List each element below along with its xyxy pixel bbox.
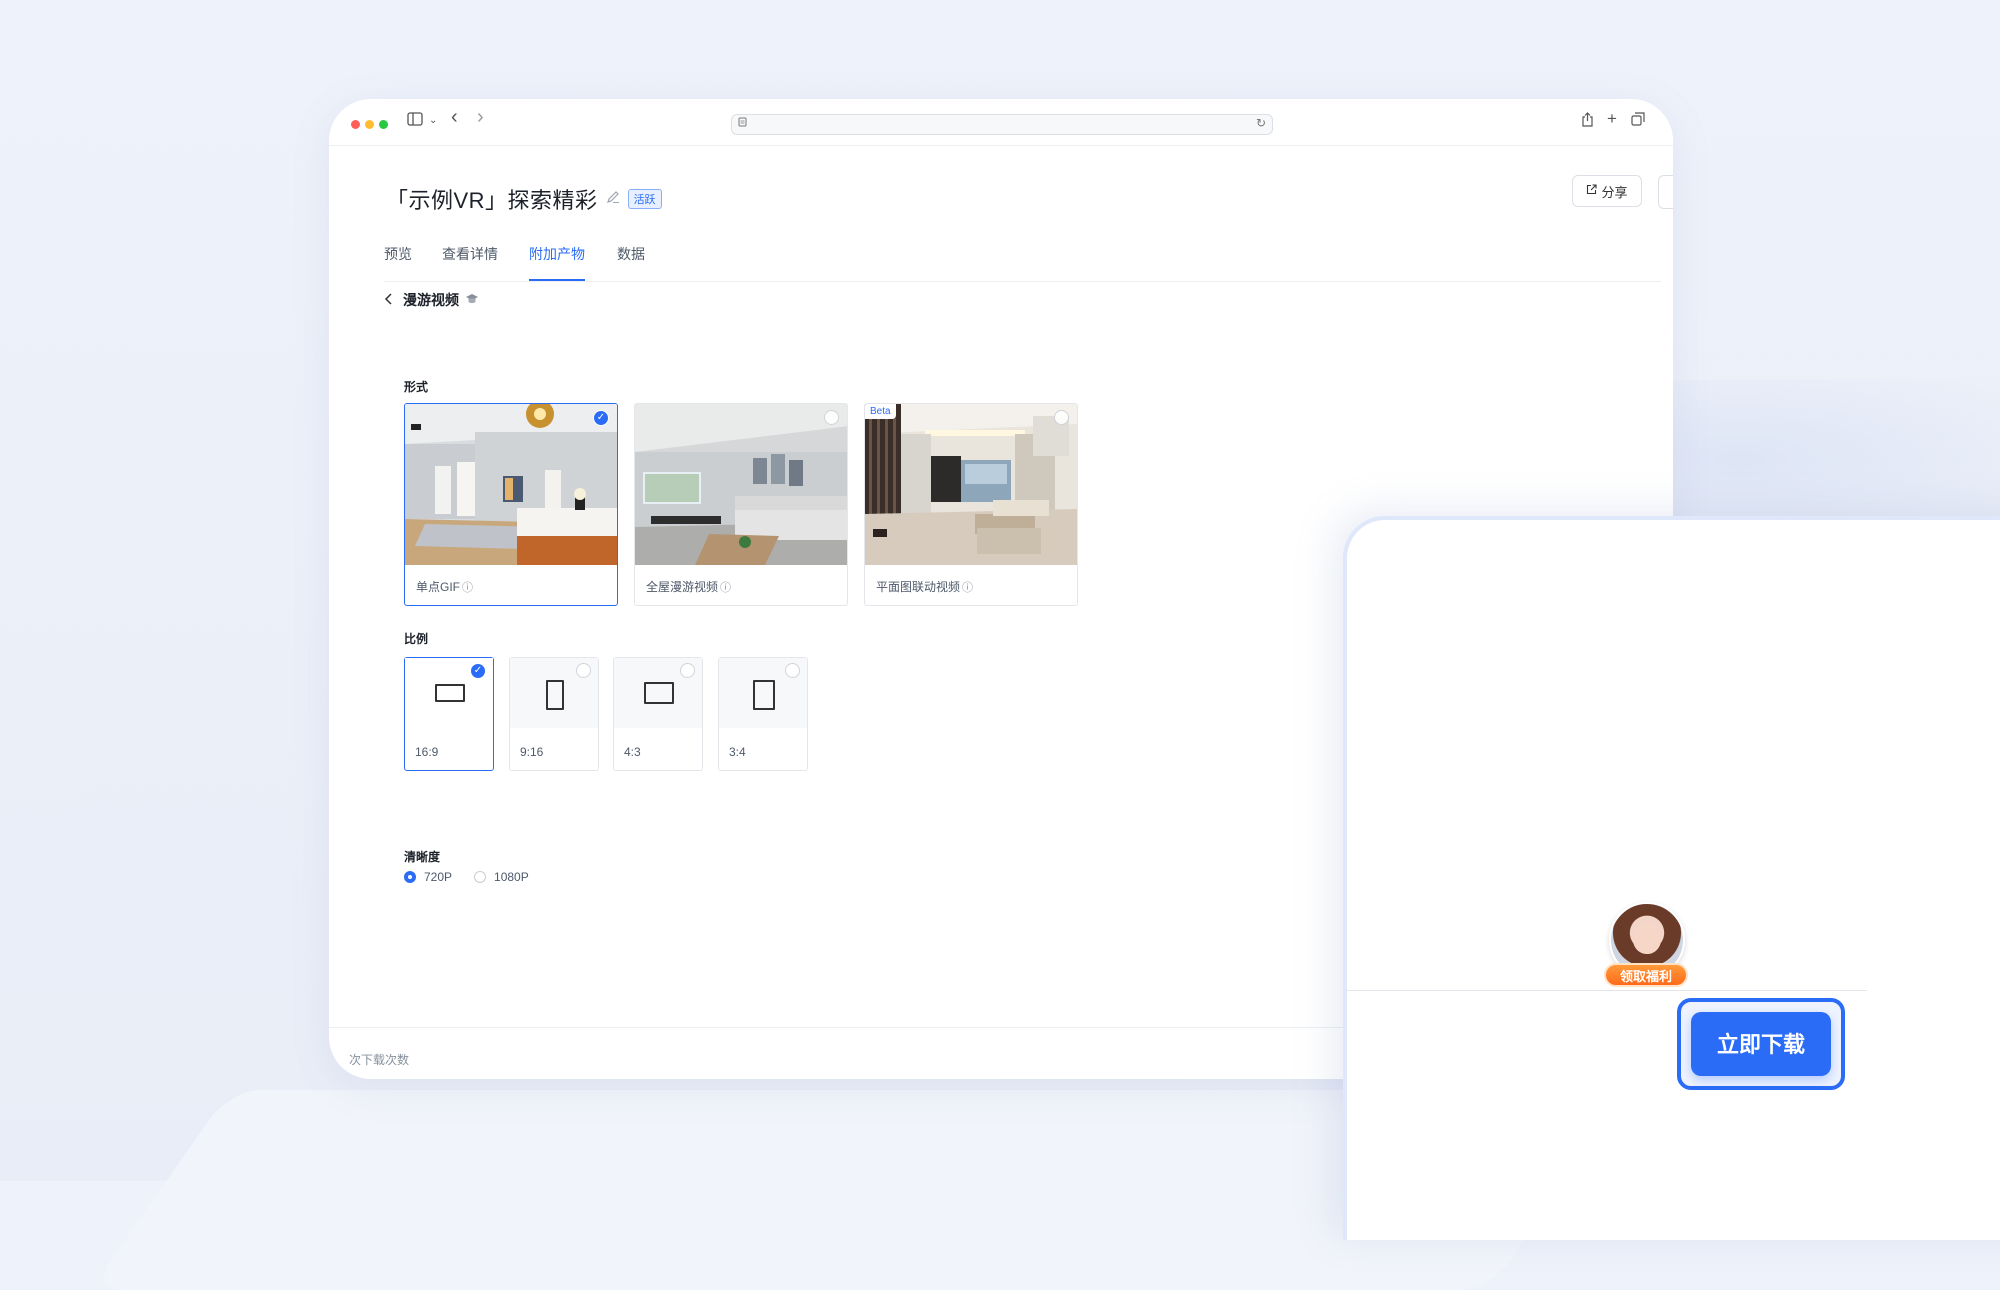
- form-option-gif-label: 单点GIF: [416, 580, 460, 594]
- info-icon[interactable]: ⓘ: [462, 582, 473, 594]
- sidebar-toggle-icon[interactable]: [407, 112, 423, 131]
- apartment-thumbnail: [865, 404, 1077, 565]
- form-option-label: 全屋漫游视频 ⓘ: [646, 578, 731, 595]
- resolution-1080p-label: 1080P: [494, 870, 529, 884]
- unselected-radio-icon: [824, 410, 839, 425]
- share-button[interactable]: 分享: [1572, 175, 1642, 207]
- ratio-option-4-3[interactable]: 4:3: [613, 657, 703, 771]
- minimize-window-button[interactable]: [365, 120, 374, 129]
- tab-overview-icon[interactable]: [1631, 112, 1645, 131]
- unselected-radio-icon: [576, 663, 591, 678]
- landscape-4-3-icon: [644, 682, 674, 704]
- status-badge: 活跃: [627, 189, 662, 209]
- chevron-down-icon[interactable]: ⌄: [429, 112, 437, 130]
- landscape-16-9-icon: [435, 684, 465, 702]
- back-arrow-icon[interactable]: [384, 292, 393, 308]
- portrait-3-4-icon: [753, 680, 775, 710]
- page-title: 「示例VR」探索精彩: [386, 188, 598, 213]
- panel-divider: [1347, 990, 1867, 991]
- download-panel: 领取福利 立即下载: [1343, 516, 2000, 1240]
- ratio-option-3-4[interactable]: 3:4: [718, 657, 808, 771]
- share-page-icon[interactable]: [1581, 112, 1594, 132]
- back-button[interactable]: ‹: [451, 107, 458, 127]
- graduation-cap-icon[interactable]: [465, 293, 479, 308]
- selected-check-icon: ✓: [470, 663, 486, 679]
- ratio-option-9-16[interactable]: 9:16: [509, 657, 599, 771]
- info-icon[interactable]: ⓘ: [720, 582, 731, 594]
- title-row: 「示例VR」探索精彩 活跃: [386, 183, 662, 215]
- form-option-floorplan[interactable]: Beta 平面图联动视频 ⓘ: [864, 403, 1078, 606]
- info-icon[interactable]: ⓘ: [962, 582, 973, 594]
- form-option-gif[interactable]: ✓ 单点GIF ⓘ: [404, 403, 618, 606]
- ratio-option-label: 4:3: [624, 745, 641, 759]
- radio-unselected-icon[interactable]: [474, 871, 487, 883]
- resolution-options: 720P 1080P: [404, 870, 551, 884]
- external-link-icon: [1586, 184, 1598, 198]
- form-option-label: 单点GIF ⓘ: [416, 578, 473, 595]
- section-header: 漫游视频: [384, 290, 479, 310]
- browser-toolbar: ⌄ ‹ › ↻ +: [329, 99, 1673, 146]
- avatar-face: [1633, 924, 1661, 954]
- resolution-option-720p[interactable]: 720P: [404, 870, 452, 884]
- tab-bar: 预览 查看详情 附加产物 数据: [384, 243, 1661, 282]
- download-now-button[interactable]: 立即下载: [1691, 1012, 1831, 1076]
- section-title: 漫游视频: [403, 292, 459, 308]
- portrait-9-16-icon: [546, 680, 564, 710]
- tab-addons[interactable]: 附加产物: [529, 243, 585, 281]
- ratio-option-label: 3:4: [729, 745, 746, 759]
- tab-details[interactable]: 查看详情: [442, 243, 498, 281]
- form-option-walkthrough-label: 全屋漫游视频: [646, 580, 719, 594]
- resolution-label: 清晰度: [404, 850, 441, 864]
- edit-icon[interactable]: [606, 190, 620, 208]
- form-option-label: 平面图联动视频 ⓘ: [876, 578, 973, 595]
- claim-benefits-tag[interactable]: 领取福利: [1604, 963, 1688, 987]
- tab-preview[interactable]: 预览: [384, 243, 412, 281]
- selected-check-icon: ✓: [593, 410, 609, 426]
- unselected-radio-icon: [785, 663, 800, 678]
- ratio-option-16-9[interactable]: ✓ 16:9: [404, 657, 494, 771]
- more-actions-button[interactable]: [1658, 175, 1673, 209]
- maximize-window-button[interactable]: [379, 120, 388, 129]
- download-count-text: 次下载次数: [349, 1053, 410, 1067]
- tab-data[interactable]: 数据: [617, 243, 645, 281]
- unselected-radio-icon: [680, 663, 695, 678]
- form-label: 形式: [404, 380, 429, 394]
- ratio-label: 比例: [404, 632, 429, 646]
- living-room-thumbnail: [635, 404, 847, 565]
- site-info-icon[interactable]: [738, 117, 747, 130]
- resolution-option-1080p[interactable]: 1080P: [474, 870, 529, 884]
- form-option-walkthrough[interactable]: 全屋漫游视频 ⓘ: [634, 403, 848, 606]
- address-bar[interactable]: ↻: [731, 114, 1273, 135]
- beta-badge: Beta: [865, 404, 896, 419]
- share-label: 分享: [1601, 184, 1628, 200]
- form-option-floorplan-label: 平面图联动视频: [876, 580, 961, 594]
- resolution-720p-label: 720P: [424, 870, 453, 884]
- bedroom-thumbnail: [405, 404, 617, 565]
- download-button-highlight: 立即下载: [1677, 998, 1845, 1090]
- radio-selected-icon[interactable]: [404, 871, 416, 883]
- ratio-option-label: 16:9: [415, 745, 439, 759]
- reload-icon[interactable]: ↻: [1256, 116, 1266, 130]
- new-tab-icon[interactable]: +: [1607, 110, 1617, 128]
- close-window-button[interactable]: [351, 120, 360, 129]
- unselected-radio-icon: [1054, 410, 1069, 425]
- ratio-option-label: 9:16: [520, 745, 544, 759]
- forward-button[interactable]: ›: [477, 107, 484, 127]
